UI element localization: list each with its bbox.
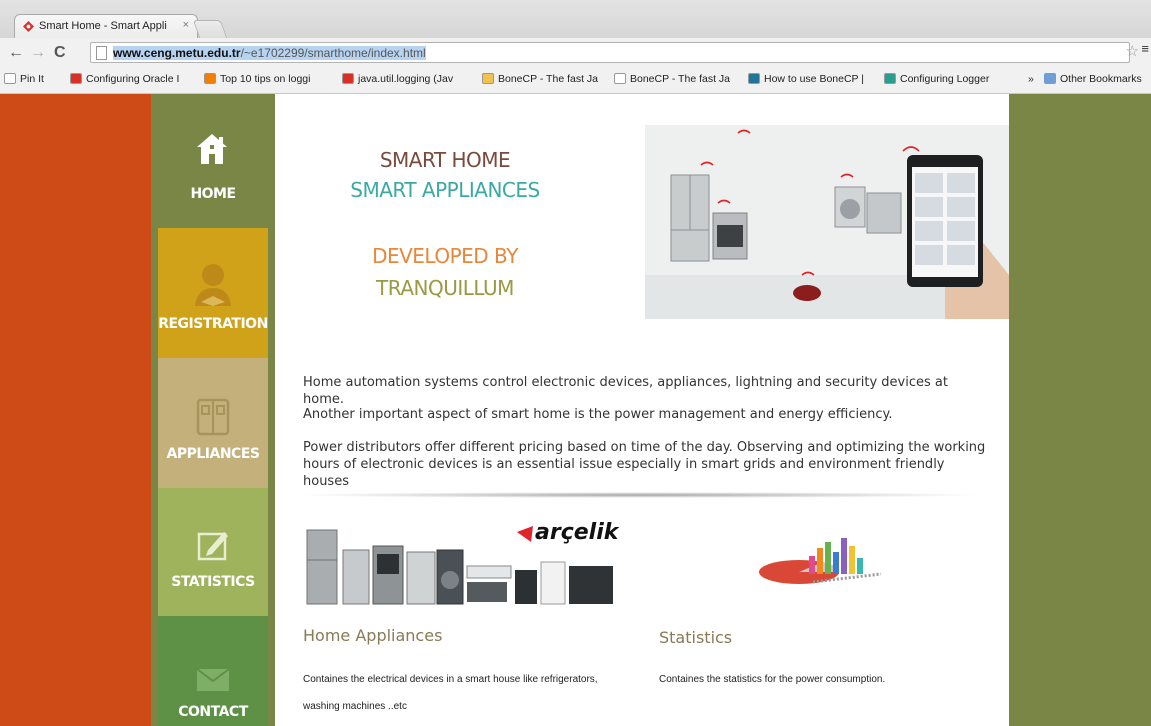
other-bookmarks-label: Other Bookmarks	[1060, 73, 1142, 85]
nav-home-label: HOME	[190, 186, 236, 202]
address-bar[interactable]: www.ceng.metu.edu.tr/~e1702299/smarthome…	[90, 42, 1130, 63]
statistics-chart-image[interactable]	[753, 534, 885, 590]
bookmark-item[interactable]: Pin It	[4, 73, 44, 85]
bookmark-label: Configuring Logger	[900, 73, 990, 85]
edit-icon	[197, 532, 228, 561]
bookmark-item[interactable]: BoneCP - The fast Ja	[482, 73, 598, 85]
browser-toolbar: ← → C www.ceng.metu.edu.tr/~e1702299/sma…	[0, 38, 1151, 68]
nav-contact-label: CONTACT	[178, 704, 248, 720]
bookmark-star-icon[interactable]: ☆	[1126, 42, 1139, 60]
home-appliances-text: Containes the electrical devices in a sm…	[303, 674, 598, 712]
nav-registration[interactable]: REGISTRATION	[158, 228, 268, 358]
new-tab-button[interactable]	[192, 20, 228, 38]
appliances-image[interactable]: arçelik	[303, 520, 623, 608]
bookmark-label: Configuring Oracle I	[86, 73, 180, 85]
tab-strip: Smart Home - Smart Appli ×	[0, 0, 1151, 38]
back-arrow-icon[interactable]: ←	[8, 44, 24, 62]
forward-arrow-icon[interactable]: →	[30, 44, 46, 62]
bookmark-label: Top 10 tips on loggi	[220, 73, 311, 85]
page-icon	[96, 46, 107, 60]
nav-statistics[interactable]: STATISTICS	[158, 488, 268, 616]
browser-tab[interactable]: Smart Home - Smart Appli ×	[14, 14, 198, 38]
reload-icon[interactable]: C	[54, 44, 66, 62]
hero-developed-by: DEVELOPED BY	[372, 244, 518, 268]
bookmark-item[interactable]: BoneCP - The fast Ja	[614, 73, 730, 85]
bookmark-item[interactable]: Configuring Oracle I	[70, 73, 179, 85]
oracle-icon	[70, 73, 82, 84]
mail-icon	[196, 668, 230, 691]
arcelik-logo: arçelik	[535, 520, 619, 545]
bookmark-item[interactable]: Top 10 tips on loggi	[204, 73, 310, 85]
bookmarks-bar: Pin It Configuring Oracle I Top 10 tips on…	[0, 68, 1151, 94]
site-favicon-icon	[23, 21, 34, 32]
nav-registration-label: REGISTRATION	[158, 316, 268, 332]
nav-appliances[interactable]: APPLIANCES	[158, 358, 268, 488]
content-divider	[295, 492, 985, 498]
side-navigation: HOME REGISTRATION APPLIANCES STATISTICS …	[151, 94, 275, 726]
bookmarks-overflow-button[interactable]: »	[1028, 73, 1034, 85]
url-path: /~e1702299/smarthome/index.html	[240, 46, 426, 60]
h-icon	[884, 73, 896, 84]
hero-smart-home: SMART HOME	[379, 148, 511, 172]
home-appliances-heading[interactable]: Home Appliances	[303, 626, 442, 645]
left-decorative-band	[0, 94, 151, 726]
hero-tranquillum: TRANQUILLUM	[376, 276, 514, 300]
bookmark-item[interactable]: How to use BoneCP |	[748, 73, 864, 85]
hero-smart-appliances-image	[645, 125, 1009, 319]
nav-home[interactable]: HOME	[151, 94, 275, 228]
folder-icon	[1044, 73, 1056, 84]
user-icon	[195, 264, 231, 306]
bookmark-label: Pin It	[20, 73, 44, 85]
oracle-icon	[342, 73, 354, 84]
nav-appliances-label: APPLIANCES	[166, 446, 260, 462]
bookmark-item[interactable]: Configuring Logger	[884, 73, 989, 85]
hero-smart-appliances: SMART APPLIANCES	[350, 178, 540, 202]
main-content: SMART HOME SMART APPLIANCES DEVELOPED BY…	[275, 94, 1009, 726]
statistics-heading[interactable]: Statistics	[659, 628, 732, 647]
url-host: www.ceng.metu.edu.tr	[113, 46, 241, 60]
bookmark-label: java.util.logging (Jav	[358, 73, 454, 85]
appliances-icon	[196, 398, 230, 436]
bookmark-item[interactable]: java.util.logging (Jav	[342, 73, 453, 85]
extensions-icon[interactable]: ≡	[1141, 41, 1149, 56]
wordpress-icon	[748, 73, 760, 84]
home-icon	[197, 134, 227, 164]
intro-paragraph-1: Home automation systems control electron…	[303, 375, 948, 407]
nav-statistics-label: STATISTICS	[171, 574, 255, 590]
bookmark-label: BoneCP - The fast Ja	[630, 73, 731, 85]
other-bookmarks-folder[interactable]: Other Bookmarks	[1044, 73, 1142, 85]
tab-close-icon[interactable]: ×	[183, 19, 189, 31]
intro-paragraph-3: Power distributors offer different prici…	[303, 440, 986, 489]
web-page: HOME REGISTRATION APPLIANCES STATISTICS …	[0, 94, 1151, 726]
url-text[interactable]: www.ceng.metu.edu.tr/~e1702299/smarthome…	[113, 46, 426, 60]
tab-title: Smart Home - Smart Appli	[39, 20, 167, 32]
statistics-text: Containes the statistics for the power c…	[659, 674, 886, 685]
bookmark-label: BoneCP - The fast Ja	[498, 73, 599, 85]
intro-paragraph-2: Another important aspect of smart home i…	[303, 407, 893, 422]
nav-contact[interactable]: CONTACT	[158, 616, 268, 726]
page-icon	[614, 73, 626, 84]
bookmark-label: How to use BoneCP |	[764, 73, 865, 85]
blogger-icon	[204, 73, 216, 84]
bone-icon	[482, 73, 494, 84]
page-icon	[4, 73, 16, 84]
